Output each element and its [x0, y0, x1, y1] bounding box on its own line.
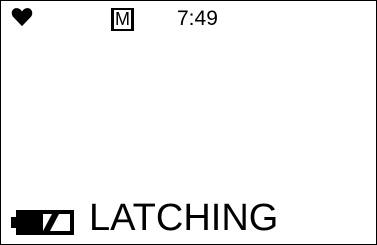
status-text: LATCHING	[89, 197, 279, 239]
clock-time: 7:49	[177, 7, 218, 30]
battery-icon	[11, 210, 74, 235]
mode-indicator: M	[111, 8, 134, 31]
device-screen: M 7:49 LATCHING	[0, 0, 377, 245]
footer: LATCHING	[1, 194, 376, 244]
heart-icon	[11, 8, 33, 27]
mode-label: M	[114, 9, 131, 29]
status-bar: M 7:49	[1, 1, 376, 41]
